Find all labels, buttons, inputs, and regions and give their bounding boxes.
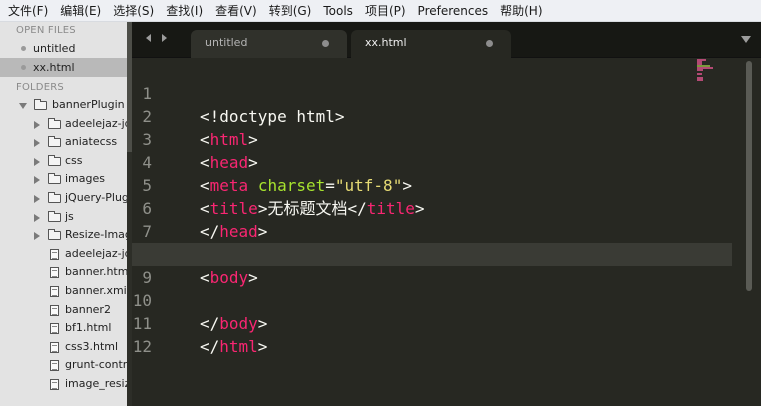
- chevron-right-icon[interactable]: [34, 120, 40, 129]
- file-icon: [50, 267, 59, 279]
- chevron-right-icon[interactable]: [34, 157, 40, 166]
- file-icon: [50, 248, 59, 260]
- folder-icon: [48, 210, 61, 222]
- menu-bar: 文件(F) 编辑(E) 选择(S) 查找(I) 查看(V) 转到(G) Tool…: [0, 0, 761, 22]
- file-icon: [50, 378, 59, 390]
- code-line: 6 </head>: [132, 174, 732, 241]
- code-line: 1 <!doctype html>: [132, 59, 732, 126]
- code-line: 12: [132, 312, 732, 356]
- folder-icon: [48, 173, 61, 185]
- code-line: 4 <meta charset="utf-8">: [132, 128, 732, 195]
- code-line: 11 </html>: [132, 289, 732, 356]
- tree-label: images: [65, 172, 105, 186]
- code-line: 3 <head>: [132, 105, 732, 172]
- chevron-down-icon[interactable]: [741, 36, 751, 43]
- folder-icon: [48, 117, 61, 129]
- code-line: 5 <title>无标题文档</title>: [132, 151, 732, 218]
- menu-goto[interactable]: 转到(G): [269, 2, 312, 19]
- chevron-down-icon[interactable]: [19, 103, 27, 109]
- tree-file[interactable]: grunt-contri: [0, 356, 127, 375]
- file-icon: [50, 323, 59, 335]
- tree-label: image_resize: [65, 376, 127, 390]
- line-number: 12: [132, 337, 152, 356]
- menu-edit[interactable]: 编辑(E): [60, 2, 101, 19]
- open-file-label: untitled: [33, 42, 76, 55]
- chevron-right-icon[interactable]: [34, 139, 40, 148]
- tab-label: untitled: [205, 36, 248, 49]
- code-line-current: 9: [132, 243, 732, 287]
- unsaved-dot-icon[interactable]: [322, 40, 329, 47]
- folder-icon: [48, 191, 61, 203]
- code-line: 2 <html>: [132, 82, 732, 149]
- tab-xx-html[interactable]: xx.html: [351, 30, 511, 58]
- code-line: 10 </body>: [132, 266, 732, 333]
- file-icon: [50, 304, 59, 316]
- unsaved-dot-icon: [21, 46, 26, 51]
- tab-bar: untitled xx.html: [132, 22, 761, 58]
- file-icon: [50, 341, 59, 353]
- minimap[interactable]: [697, 59, 719, 81]
- unsaved-dot-icon: [21, 65, 26, 70]
- code-line: 7: [132, 197, 732, 241]
- folder-icon: [48, 136, 61, 148]
- menu-file[interactable]: 文件(F): [8, 2, 48, 19]
- open-files-title: OPEN FILES: [16, 25, 76, 36]
- open-file-untitled[interactable]: untitled: [0, 39, 127, 58]
- chevron-right-icon[interactable]: [34, 213, 40, 222]
- minimap-line: [697, 79, 703, 81]
- menu-selection[interactable]: 选择(S): [113, 2, 154, 19]
- arrow-right-icon[interactable]: [162, 34, 167, 42]
- chevron-right-icon[interactable]: [34, 232, 40, 241]
- minimap-line: [697, 69, 703, 71]
- folder-open-icon: [34, 99, 47, 110]
- folder-icon: [48, 229, 61, 241]
- tree-label: js: [65, 209, 74, 223]
- menu-preferences[interactable]: Preferences: [418, 4, 489, 18]
- menu-project[interactable]: 项目(P): [365, 2, 406, 19]
- tree-label: grunt-contri: [65, 358, 127, 372]
- editor-scrollbar[interactable]: [746, 59, 753, 406]
- tree-label: css: [65, 153, 83, 167]
- tab-label: xx.html: [365, 36, 407, 49]
- tree-file[interactable]: image_resize: [0, 375, 127, 394]
- file-icon: [50, 360, 59, 372]
- file-icon: [50, 285, 59, 297]
- code-editor[interactable]: 1 <!doctype html> 2 <html> 3 <head> 4 <m…: [132, 59, 761, 406]
- open-file-label: xx.html: [33, 61, 75, 74]
- editor-scroll-thumb[interactable]: [746, 61, 752, 291]
- arrow-left-icon[interactable]: [146, 34, 151, 42]
- menu-help[interactable]: 帮助(H): [500, 2, 542, 19]
- minimap-line: [697, 73, 702, 75]
- tab-untitled[interactable]: untitled: [191, 30, 347, 58]
- chevron-right-icon[interactable]: [34, 194, 40, 203]
- menu-find[interactable]: 查找(I): [166, 2, 203, 19]
- folder-icon: [48, 154, 61, 166]
- code-line: 8 <body>: [132, 220, 732, 287]
- chevron-right-icon[interactable]: [34, 176, 40, 185]
- menu-tools[interactable]: Tools: [323, 4, 353, 18]
- unsaved-dot-icon[interactable]: [486, 40, 493, 47]
- menu-view[interactable]: 查看(V): [215, 2, 257, 19]
- open-file-xx-html[interactable]: xx.html: [0, 58, 127, 77]
- code-text: </html>: [200, 337, 268, 356]
